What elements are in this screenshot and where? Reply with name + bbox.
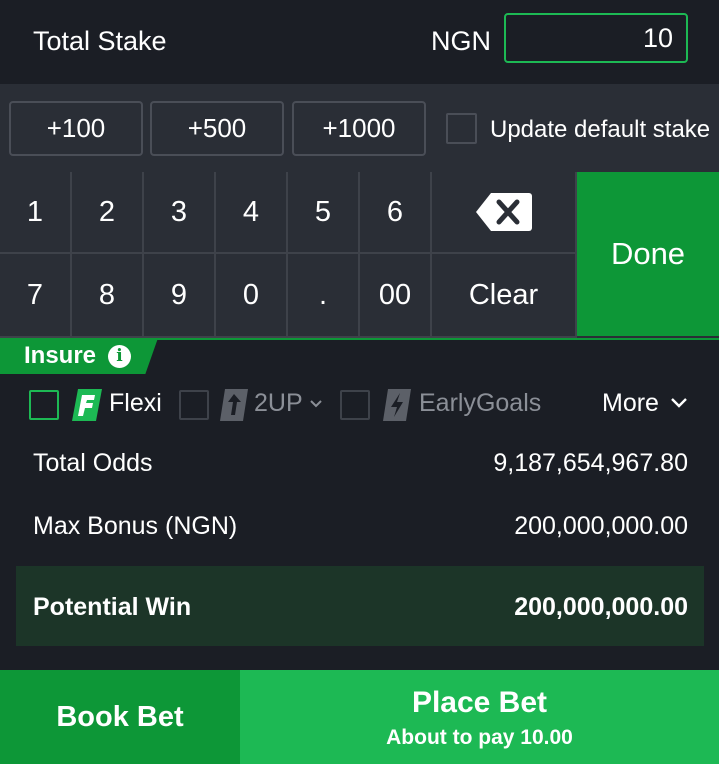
max-bonus-label: Max Bonus (NGN) [33, 512, 238, 540]
key-3[interactable]: 3 [144, 172, 216, 254]
chevron-down-icon [671, 398, 687, 408]
clear-button[interactable]: Clear [432, 254, 577, 338]
key-0[interactable]: 0 [216, 254, 288, 338]
key-decimal[interactable]: . [288, 254, 360, 338]
flexi-label: Flexi [109, 389, 162, 417]
twoup-icon [220, 389, 248, 421]
about-to-pay-label: About to pay 10.00 [386, 726, 573, 749]
total-odds-value: 9,187,654,967.80 [493, 449, 688, 477]
flexi-icon [72, 389, 102, 421]
key-2[interactable]: 2 [72, 172, 144, 254]
twoup-checkbox[interactable] [179, 390, 209, 420]
backspace-button[interactable] [432, 172, 577, 254]
currency-label: NGN [431, 26, 491, 56]
more-button[interactable]: More [602, 389, 688, 418]
potential-win-label: Potential Win [33, 593, 192, 621]
add-100-button[interactable]: +100 [9, 101, 143, 156]
max-bonus-value: 200,000,000.00 [514, 512, 688, 540]
add-1000-button[interactable]: +1000 [292, 101, 426, 156]
early-goals-label: EarlyGoals [419, 389, 542, 417]
twoup-label: 2UP [254, 389, 303, 417]
more-label: More [602, 389, 659, 417]
add-500-button[interactable]: +500 [150, 101, 284, 156]
place-bet-label: Place Bet [411, 686, 548, 719]
stake-row: Total Stake NGN 10 [0, 0, 719, 84]
key-8[interactable]: 8 [72, 254, 144, 338]
key-1[interactable]: 1 [0, 172, 72, 254]
insure-section: Insure i Flexi 2UP EarlyGoals More [0, 338, 719, 432]
key-5[interactable]: 5 [288, 172, 360, 254]
update-default-stake-label: Update default stake [490, 116, 711, 143]
early-goals-checkbox[interactable] [340, 390, 370, 420]
key-9[interactable]: 9 [144, 254, 216, 338]
backspace-icon [475, 193, 532, 231]
total-stake-label: Total Stake [33, 26, 167, 56]
key-6[interactable]: 6 [360, 172, 432, 254]
flexi-checkbox[interactable] [29, 390, 59, 420]
info-icon[interactable]: i [108, 345, 131, 368]
key-double-zero[interactable]: 00 [360, 254, 432, 338]
potential-win-row: Potential Win 200,000,000.00 [16, 566, 704, 646]
book-bet-button[interactable]: Book Bet [0, 670, 240, 764]
insure-label: Insure [24, 342, 97, 369]
keypad: 1 2 3 4 5 6 7 8 9 0 . 00 Clear Done [0, 172, 719, 338]
key-7[interactable]: 7 [0, 254, 72, 338]
place-bet-button[interactable]: Place Bet About to pay 10.00 [240, 670, 719, 764]
potential-win-value: 200,000,000.00 [514, 593, 688, 621]
chevron-down-icon[interactable] [308, 396, 324, 412]
done-button[interactable]: Done [577, 172, 719, 336]
early-goals-icon [383, 389, 411, 421]
key-4[interactable]: 4 [216, 172, 288, 254]
stake-input[interactable]: 10 [504, 13, 688, 63]
update-default-stake-checkbox[interactable] [446, 113, 477, 144]
total-odds-label: Total Odds [33, 449, 153, 477]
